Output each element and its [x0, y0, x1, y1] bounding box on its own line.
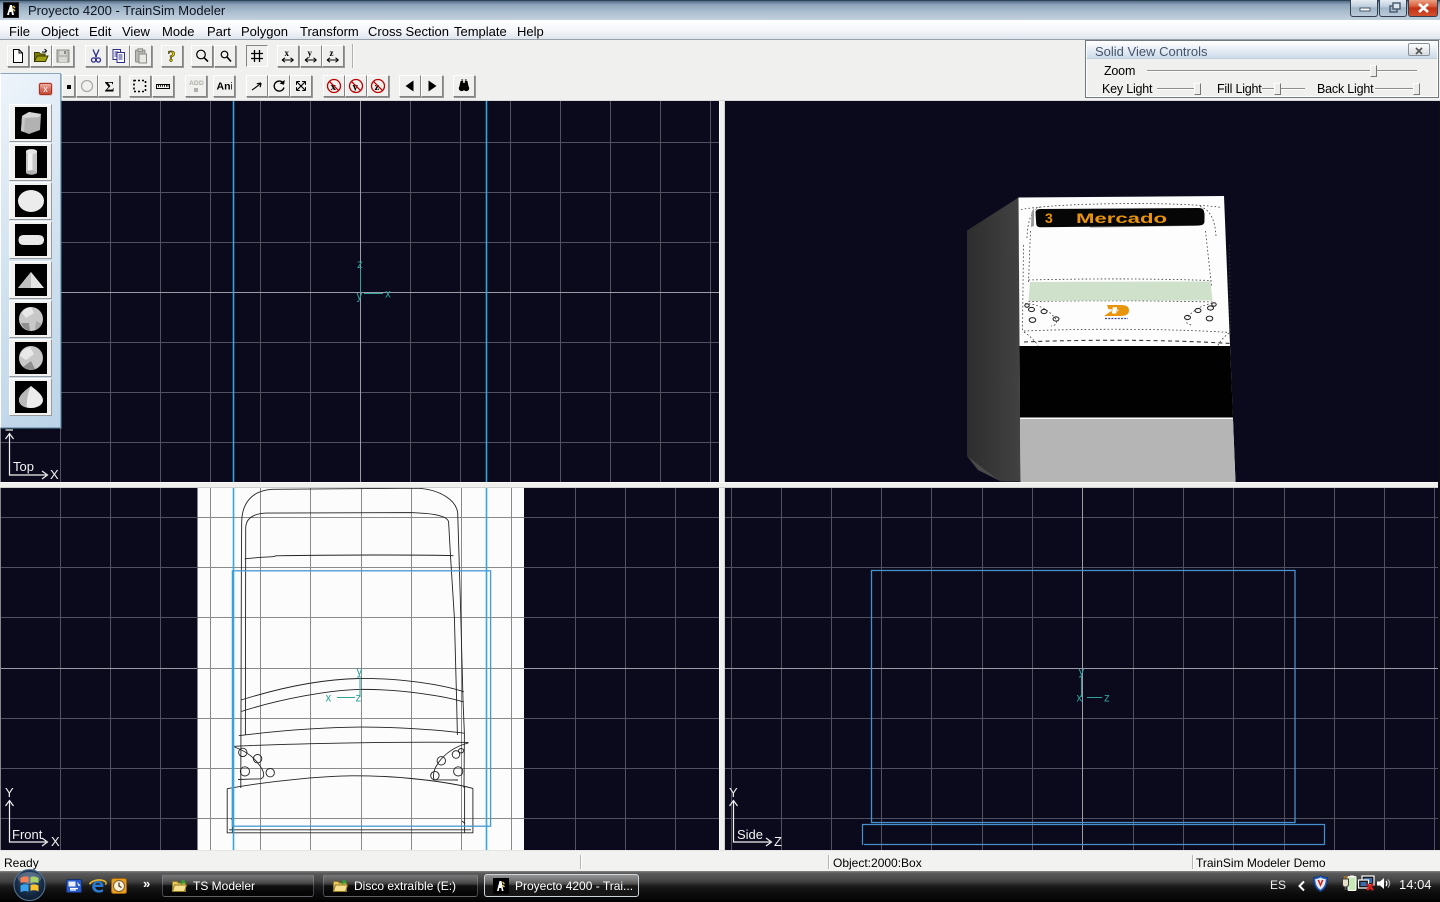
svg-text:X: X — [51, 834, 60, 849]
svg-text:Top: Top — [13, 459, 34, 474]
svg-text:Y: Y — [5, 785, 14, 800]
svg-text:?: ? — [168, 49, 176, 65]
svg-text:Y: Y — [729, 785, 738, 800]
svg-text:Z: Z — [774, 834, 782, 849]
svg-text:y: y — [307, 48, 312, 58]
svg-text:y: y — [357, 666, 363, 678]
svg-text:x: x — [326, 693, 332, 705]
svg-text:z: z — [330, 48, 334, 58]
svg-text:x: x — [1077, 693, 1083, 705]
svg-text:ADD: ADD — [189, 80, 204, 87]
svg-text:x: x — [385, 289, 391, 301]
svg-text:z: z — [356, 693, 362, 705]
svg-text:3: 3 — [1045, 210, 1053, 226]
svg-text:Ani: Ani — [217, 81, 233, 93]
svg-text:Side: Side — [737, 827, 763, 842]
svg-text:z: z — [1104, 693, 1110, 705]
svg-text:z: z — [357, 259, 363, 271]
svg-text:Σ: Σ — [104, 80, 114, 95]
svg-text:y: y — [357, 291, 363, 303]
svg-text:X: X — [50, 467, 59, 482]
svg-text:x: x — [285, 48, 290, 58]
svg-text:Mercado: Mercado — [1076, 210, 1167, 226]
svg-text:y: y — [1079, 666, 1085, 678]
svg-text:Front: Front — [12, 827, 43, 842]
